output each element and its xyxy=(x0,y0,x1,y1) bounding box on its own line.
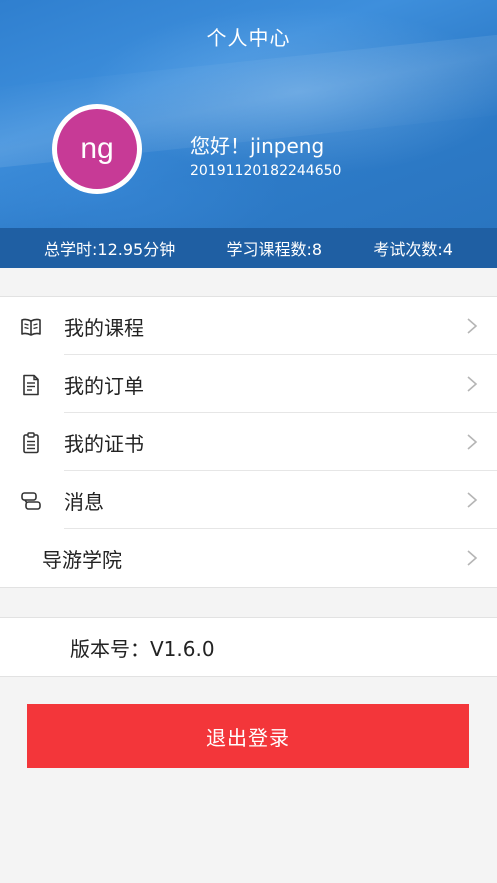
exam-count-stat: 考试次数:4 xyxy=(373,240,453,259)
chevron-right-icon xyxy=(467,492,478,508)
avatar-initials: ng xyxy=(57,109,137,189)
certificate-clipboard-icon xyxy=(20,432,42,454)
menu-item-label: 我的订单 xyxy=(64,373,144,398)
menu-item-label: 我的证书 xyxy=(64,431,144,456)
menu-item-guide-academy[interactable]: 导游学院 xyxy=(0,529,497,587)
stats-bar: 总学时:12.95分钟 学习课程数:8 考试次数:4 xyxy=(0,228,497,268)
menu-item-my-orders[interactable]: 我的订单 xyxy=(0,355,497,413)
chevron-right-icon xyxy=(467,376,478,392)
chevron-right-icon xyxy=(467,434,478,450)
greeting-text: 您好！jinpeng xyxy=(190,134,325,158)
menu-item-label: 导游学院 xyxy=(42,547,122,572)
version-text: 版本号：V1.6.0 xyxy=(70,636,215,661)
total-hours-stat: 总学时:12.95分钟 xyxy=(44,240,176,259)
menu-item-my-courses[interactable]: 我的课程 xyxy=(0,297,497,355)
menu-item-messages[interactable]: 消息 xyxy=(0,471,497,529)
menu-item-label: 消息 xyxy=(64,489,104,514)
menu-item-label: 我的课程 xyxy=(64,315,144,340)
avatar[interactable]: ng xyxy=(52,104,142,194)
order-document-icon xyxy=(20,374,42,396)
message-icon xyxy=(20,490,42,512)
logout-button[interactable]: 退出登录 xyxy=(27,704,469,768)
menu-item-my-certificates[interactable]: 我的证书 xyxy=(0,413,497,471)
page-title: 个人中心 xyxy=(206,26,291,50)
course-count-stat: 学习课程数:8 xyxy=(226,240,323,259)
menu-list: 我的课程 我的订单 我的证书 消息 导游学院 xyxy=(0,296,497,588)
chevron-right-icon xyxy=(467,318,478,334)
user-id: 20191120182244650 xyxy=(190,163,342,179)
version-info: 版本号：V1.6.0 xyxy=(0,617,497,677)
chevron-right-icon xyxy=(467,550,478,566)
book-icon xyxy=(20,316,42,338)
